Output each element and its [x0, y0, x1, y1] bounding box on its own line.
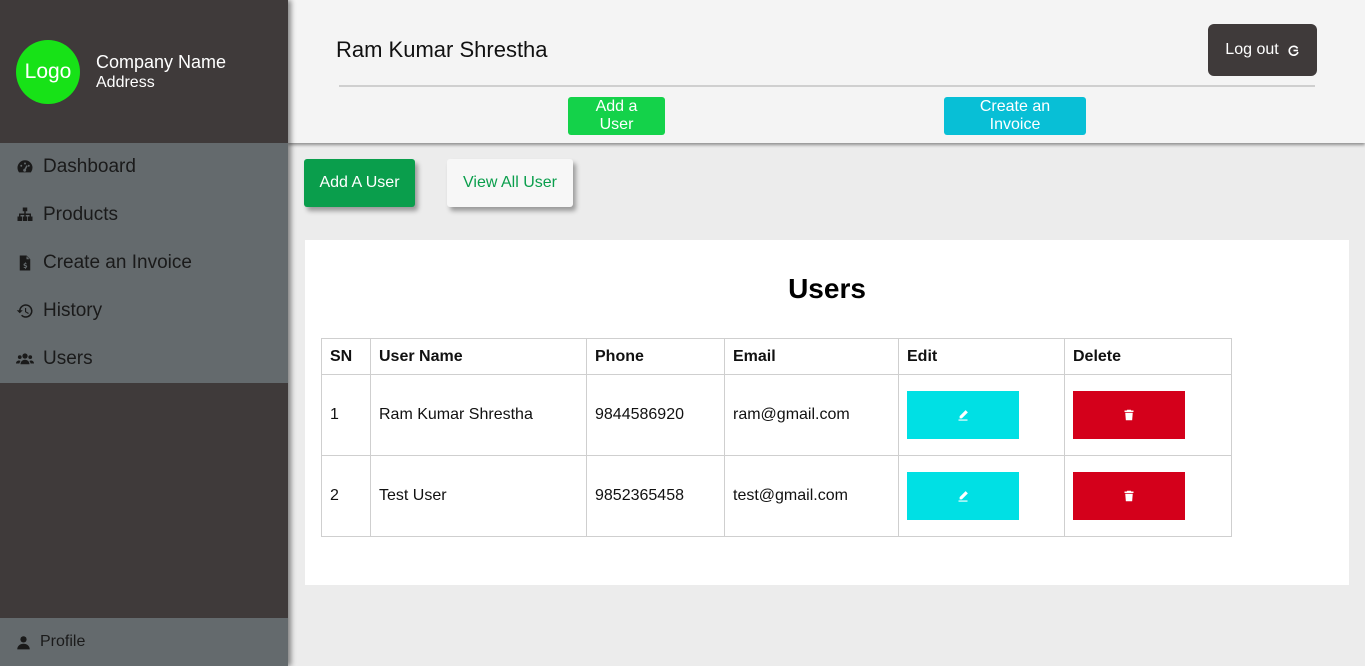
sidebar-item-create-invoice[interactable]: Create an Invoice [0, 239, 288, 287]
company-address: Address [96, 73, 155, 91]
sitemap-icon [17, 207, 33, 221]
delete-button[interactable] [1073, 391, 1185, 439]
user-icon [17, 635, 30, 649]
header-divider [339, 85, 1315, 87]
column-header-email: Email [724, 338, 899, 375]
logout-label: Log out [1225, 41, 1279, 58]
cell-delete [1064, 455, 1232, 537]
column-header-sn: SN [321, 338, 371, 375]
company-name: Company Name [96, 51, 227, 72]
page-title: Ram Kumar Shrestha [336, 37, 548, 62]
sidebar-item-label: Products [43, 204, 118, 225]
cell-edit [898, 455, 1065, 537]
brand-text: Company Name Address [96, 51, 226, 93]
delete-button[interactable] [1073, 472, 1185, 520]
sidebar: Logo Company Name Address Dashboard Prod… [0, 0, 288, 666]
view-all-users-button[interactable]: View All User [447, 159, 573, 207]
table-row: 1 Ram Kumar Shrestha 9844586920 ram@gmai… [321, 374, 1232, 456]
top-header: Ram Kumar Shrestha Log out Add a User Cr… [288, 0, 1365, 143]
sidebar-item-label: Users [43, 348, 93, 369]
logout-icon [1288, 45, 1299, 56]
edit-button[interactable] [907, 472, 1019, 520]
cell-phone: 9852365458 [586, 455, 725, 537]
users-title: Users [788, 273, 866, 304]
sidebar-nav: Dashboard Products Create an Invoice His… [0, 143, 288, 383]
logout-button[interactable]: Log out [1208, 24, 1317, 76]
sidebar-item-products[interactable]: Products [0, 191, 288, 239]
sidebar-item-label: History [43, 300, 103, 321]
column-header-user-name: User Name [370, 338, 587, 375]
sidebar-item-label: Profile [40, 633, 86, 650]
header-add-user-button[interactable]: Add a User [568, 97, 665, 135]
sidebar-item-history[interactable]: History [0, 287, 288, 335]
edit-button[interactable] [907, 391, 1019, 439]
trash-icon [1124, 409, 1134, 421]
column-header-delete: Delete [1064, 338, 1232, 375]
cell-edit [898, 374, 1065, 456]
logo: Logo [16, 39, 80, 104]
pencil-icon [958, 491, 968, 502]
cell-email: ram@gmail.com [724, 374, 899, 456]
cell-sn: 1 [321, 374, 371, 456]
cell-delete [1064, 374, 1232, 456]
invoice-icon [19, 255, 31, 271]
header-create-invoice-button[interactable]: Create an Invoice [944, 97, 1086, 135]
users-card: Users SN User Name Phone Email Edit Dele… [305, 240, 1349, 585]
table-header-row: SN User Name Phone Email Edit Delete [321, 338, 1232, 375]
users-icon [16, 353, 34, 365]
cell-user-name: Test User [370, 455, 587, 537]
cell-sn: 2 [321, 455, 371, 537]
sidebar-item-profile[interactable]: Profile [0, 618, 288, 666]
brand: Logo Company Name Address [0, 0, 288, 143]
sidebar-item-users[interactable]: Users [0, 335, 288, 383]
sidebar-item-label: Dashboard [43, 156, 136, 177]
cell-user-name: Ram Kumar Shrestha [370, 374, 587, 456]
column-header-phone: Phone [586, 338, 725, 375]
add-user-button[interactable]: Add A User [304, 159, 415, 207]
cell-phone: 9844586920 [586, 374, 725, 456]
pencil-icon [958, 410, 968, 421]
sidebar-item-label: Create an Invoice [43, 252, 192, 273]
dashboard-icon [17, 160, 33, 173]
column-header-edit: Edit [898, 338, 1065, 375]
users-table: SN User Name Phone Email Edit Delete 1 R… [321, 338, 1232, 537]
table-row: 2 Test User 9852365458 test@gmail.com [321, 455, 1232, 537]
cell-email: test@gmail.com [724, 455, 899, 537]
history-icon [16, 304, 33, 318]
sidebar-item-dashboard[interactable]: Dashboard [0, 143, 288, 191]
trash-icon [1124, 490, 1134, 502]
